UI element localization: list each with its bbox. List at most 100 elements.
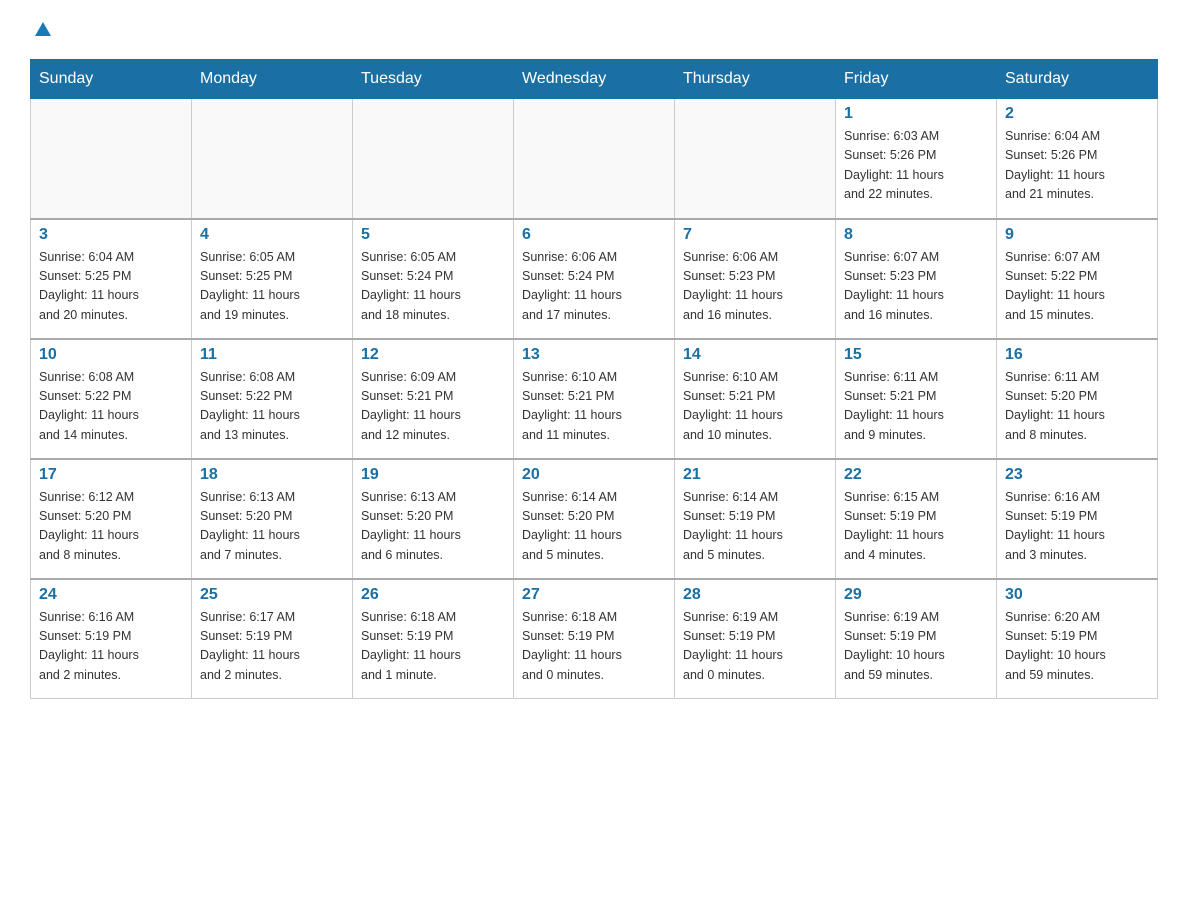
day-info: Sunrise: 6:19 AMSunset: 5:19 PMDaylight:…	[683, 608, 827, 686]
day-number: 7	[683, 226, 827, 244]
day-info: Sunrise: 6:17 AMSunset: 5:19 PMDaylight:…	[200, 608, 344, 686]
day-info: Sunrise: 6:03 AMSunset: 5:26 PMDaylight:…	[844, 127, 988, 205]
day-info: Sunrise: 6:08 AMSunset: 5:22 PMDaylight:…	[200, 368, 344, 446]
calendar-cell: 21Sunrise: 6:14 AMSunset: 5:19 PMDayligh…	[675, 459, 836, 579]
day-number: 1	[844, 105, 988, 123]
day-info: Sunrise: 6:09 AMSunset: 5:21 PMDaylight:…	[361, 368, 505, 446]
day-info: Sunrise: 6:15 AMSunset: 5:19 PMDaylight:…	[844, 488, 988, 566]
calendar-cell: 15 Sunrise: 6:11 AMSunset: 5:21 PMDayligh…	[836, 339, 997, 459]
calendar-cell: 16 Sunrise: 6:11 AMSunset: 5:20 PMDayligh…	[997, 339, 1158, 459]
day-number: 28	[683, 586, 827, 604]
day-number: 12	[361, 346, 505, 364]
day-info: Sunrise: 6:10 AMSunset: 5:21 PMDaylight:…	[683, 368, 827, 446]
day-info: Sunrise: 6:16 AMSunset: 5:19 PMDaylight:…	[39, 608, 183, 686]
calendar-cell: 6 Sunrise: 6:06 AMSunset: 5:24 PMDaylight…	[514, 219, 675, 339]
day-info: Sunrise: 6:04 AMSunset: 5:26 PMDaylight:…	[1005, 127, 1149, 205]
calendar-cell: 8Sunrise: 6:07 AMSunset: 5:23 PMDaylight…	[836, 219, 997, 339]
day-number: 2	[1005, 105, 1149, 123]
day-number: 29	[844, 586, 988, 604]
calendar-week-row: 10 Sunrise: 6:08 AMSunset: 5:22 PMDayligh…	[31, 339, 1158, 459]
calendar-cell: 7 Sunrise: 6:06 AMSunset: 5:23 PMDaylight…	[675, 219, 836, 339]
calendar-cell	[675, 99, 836, 219]
calendar-cell: 26 Sunrise: 6:18 AMSunset: 5:19 PMDayligh…	[353, 579, 514, 699]
calendar-cell: 9 Sunrise: 6:07 AMSunset: 5:22 PMDaylight…	[997, 219, 1158, 339]
logo-triangle-icon	[34, 20, 52, 43]
calendar-cell: 22 Sunrise: 6:15 AMSunset: 5:19 PMDayligh…	[836, 459, 997, 579]
day-info: Sunrise: 6:16 AMSunset: 5:19 PMDaylight:…	[1005, 488, 1149, 566]
calendar-cell: 12 Sunrise: 6:09 AMSunset: 5:21 PMDayligh…	[353, 339, 514, 459]
weekday-header-wednesday: Wednesday	[514, 60, 675, 99]
calendar-cell	[353, 99, 514, 219]
calendar-cell: 19 Sunrise: 6:13 AMSunset: 5:20 PMDayligh…	[353, 459, 514, 579]
day-number: 9	[1005, 226, 1149, 244]
day-number: 19	[361, 466, 505, 484]
day-number: 13	[522, 346, 666, 364]
calendar-cell: 27Sunrise: 6:18 AMSunset: 5:19 PMDayligh…	[514, 579, 675, 699]
day-number: 11	[200, 346, 344, 364]
day-info: Sunrise: 6:19 AMSunset: 5:19 PMDaylight:…	[844, 608, 988, 686]
day-number: 26	[361, 586, 505, 604]
day-info: Sunrise: 6:07 AMSunset: 5:22 PMDaylight:…	[1005, 248, 1149, 326]
day-number: 24	[39, 586, 183, 604]
calendar-cell: 2 Sunrise: 6:04 AMSunset: 5:26 PMDaylight…	[997, 99, 1158, 219]
day-info: Sunrise: 6:11 AMSunset: 5:21 PMDaylight:…	[844, 368, 988, 446]
calendar-cell: 30Sunrise: 6:20 AMSunset: 5:19 PMDayligh…	[997, 579, 1158, 699]
weekday-header-row: SundayMondayTuesdayWednesdayThursdayFrid…	[31, 60, 1158, 99]
day-number: 22	[844, 466, 988, 484]
day-info: Sunrise: 6:10 AMSunset: 5:21 PMDaylight:…	[522, 368, 666, 446]
day-number: 23	[1005, 466, 1149, 484]
calendar-week-row: 1 Sunrise: 6:03 AMSunset: 5:26 PMDaylight…	[31, 99, 1158, 219]
day-number: 30	[1005, 586, 1149, 604]
day-number: 10	[39, 346, 183, 364]
day-number: 6	[522, 226, 666, 244]
calendar-cell: 1 Sunrise: 6:03 AMSunset: 5:26 PMDaylight…	[836, 99, 997, 219]
calendar-cell: 29 Sunrise: 6:19 AMSunset: 5:19 PMDayligh…	[836, 579, 997, 699]
weekday-header-monday: Monday	[192, 60, 353, 99]
day-number: 17	[39, 466, 183, 484]
day-info: Sunrise: 6:08 AMSunset: 5:22 PMDaylight:…	[39, 368, 183, 446]
day-number: 16	[1005, 346, 1149, 364]
day-info: Sunrise: 6:05 AMSunset: 5:24 PMDaylight:…	[361, 248, 505, 326]
day-info: Sunrise: 6:14 AMSunset: 5:20 PMDaylight:…	[522, 488, 666, 566]
calendar-table: SundayMondayTuesdayWednesdayThursdayFrid…	[30, 59, 1158, 699]
day-info: Sunrise: 6:18 AMSunset: 5:19 PMDaylight:…	[361, 608, 505, 686]
calendar-cell: 18Sunrise: 6:13 AMSunset: 5:20 PMDayligh…	[192, 459, 353, 579]
day-info: Sunrise: 6:06 AMSunset: 5:23 PMDaylight:…	[683, 248, 827, 326]
calendar-cell: 20 Sunrise: 6:14 AMSunset: 5:20 PMDayligh…	[514, 459, 675, 579]
calendar-week-row: 17Sunrise: 6:12 AMSunset: 5:20 PMDayligh…	[31, 459, 1158, 579]
calendar-cell: 5 Sunrise: 6:05 AMSunset: 5:24 PMDaylight…	[353, 219, 514, 339]
calendar-cell: 13 Sunrise: 6:10 AMSunset: 5:21 PMDayligh…	[514, 339, 675, 459]
page-header	[30, 20, 1158, 43]
day-number: 27	[522, 586, 666, 604]
day-number: 15	[844, 346, 988, 364]
calendar-cell: 3 Sunrise: 6:04 AMSunset: 5:25 PMDaylight…	[31, 219, 192, 339]
calendar-cell: 4 Sunrise: 6:05 AMSunset: 5:25 PMDaylight…	[192, 219, 353, 339]
calendar-cell: 28 Sunrise: 6:19 AMSunset: 5:19 PMDayligh…	[675, 579, 836, 699]
day-number: 20	[522, 466, 666, 484]
calendar-cell	[192, 99, 353, 219]
day-info: Sunrise: 6:11 AMSunset: 5:20 PMDaylight:…	[1005, 368, 1149, 446]
weekday-header-friday: Friday	[836, 60, 997, 99]
day-info: Sunrise: 6:06 AMSunset: 5:24 PMDaylight:…	[522, 248, 666, 326]
day-number: 3	[39, 226, 183, 244]
day-number: 25	[200, 586, 344, 604]
weekday-header-thursday: Thursday	[675, 60, 836, 99]
calendar-cell	[31, 99, 192, 219]
day-info: Sunrise: 6:13 AMSunset: 5:20 PMDaylight:…	[361, 488, 505, 566]
day-info: Sunrise: 6:04 AMSunset: 5:25 PMDaylight:…	[39, 248, 183, 326]
day-number: 4	[200, 226, 344, 244]
weekday-header-sunday: Sunday	[31, 60, 192, 99]
weekday-header-tuesday: Tuesday	[353, 60, 514, 99]
logo	[30, 20, 52, 43]
calendar-week-row: 24 Sunrise: 6:16 AMSunset: 5:19 PMDayligh…	[31, 579, 1158, 699]
calendar-week-row: 3 Sunrise: 6:04 AMSunset: 5:25 PMDaylight…	[31, 219, 1158, 339]
calendar-cell: 25 Sunrise: 6:17 AMSunset: 5:19 PMDayligh…	[192, 579, 353, 699]
weekday-header-saturday: Saturday	[997, 60, 1158, 99]
day-info: Sunrise: 6:05 AMSunset: 5:25 PMDaylight:…	[200, 248, 344, 326]
calendar-cell: 24 Sunrise: 6:16 AMSunset: 5:19 PMDayligh…	[31, 579, 192, 699]
calendar-cell: 23 Sunrise: 6:16 AMSunset: 5:19 PMDayligh…	[997, 459, 1158, 579]
day-info: Sunrise: 6:13 AMSunset: 5:20 PMDaylight:…	[200, 488, 344, 566]
day-number: 8	[844, 226, 988, 244]
day-number: 5	[361, 226, 505, 244]
calendar-cell	[514, 99, 675, 219]
